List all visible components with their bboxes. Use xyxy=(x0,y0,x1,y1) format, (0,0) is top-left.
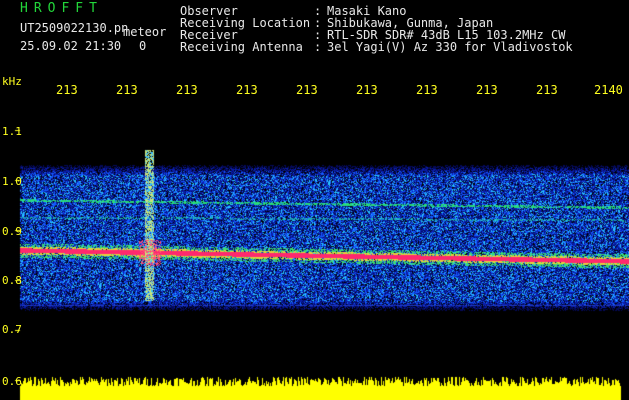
y-tick-label: 1.0 xyxy=(2,175,22,188)
spectrogram-plot xyxy=(0,66,629,400)
y-tick-label: 0.9 xyxy=(2,225,22,238)
y-tick-label: 0.6 xyxy=(2,375,22,388)
observation-datetime: 25.09.02 21:30 xyxy=(20,39,122,53)
field-label-antenna: Receiving Antenna xyxy=(180,40,303,54)
y-tick-label: 1.1 xyxy=(2,125,22,138)
y-tick-label: 0.7 xyxy=(2,323,22,336)
event-tag: meteor xyxy=(123,25,167,39)
field-value-antenna: 3el Yagi(V) Az 330 for Vladivostok xyxy=(327,40,573,54)
hrofft-logo: HROFFT xyxy=(20,1,103,16)
y-tick-label: 0.8 xyxy=(2,274,22,287)
image-filename: UT2509022130.pn xyxy=(20,21,129,35)
hrofft-spectrogram-window: HROFFT UT2509022130.pn meteor 25.09.02 2… xyxy=(0,0,629,400)
observation-counter: 0 xyxy=(139,39,147,53)
field-sep: : xyxy=(314,40,322,54)
